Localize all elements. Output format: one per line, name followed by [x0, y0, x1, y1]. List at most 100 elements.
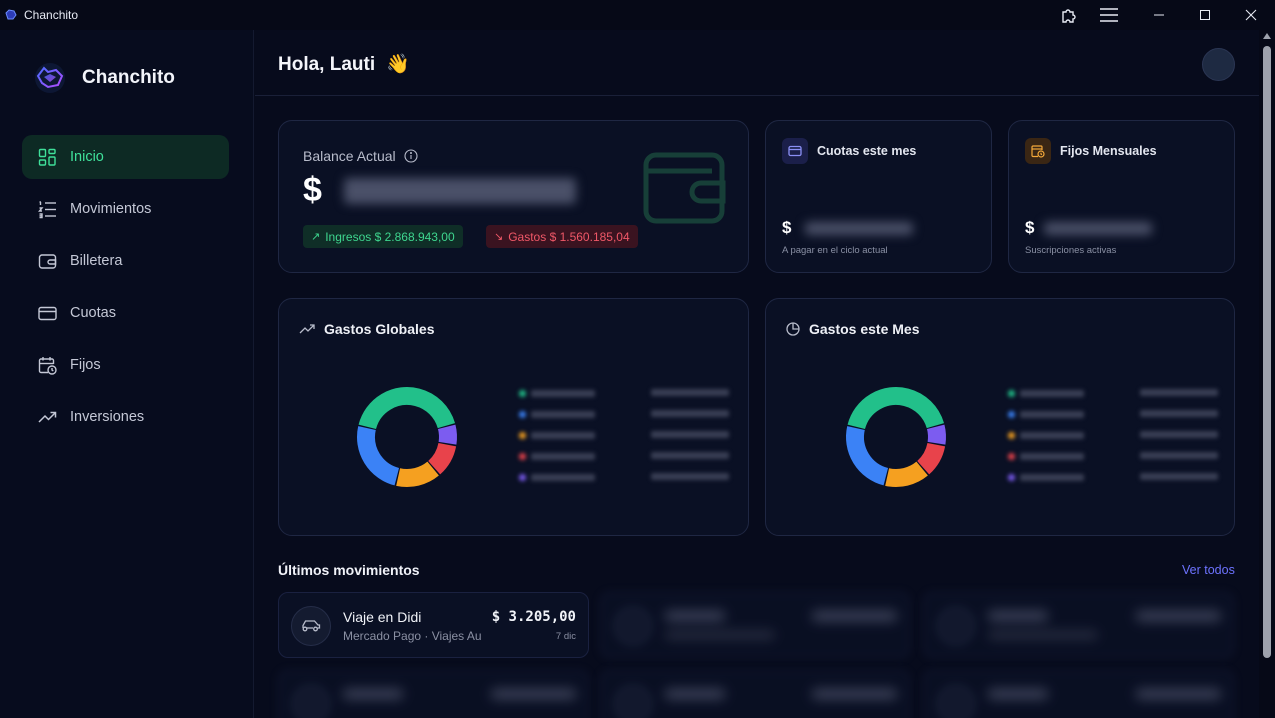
menu-button[interactable]: [1086, 0, 1132, 30]
minimize-button[interactable]: [1136, 0, 1182, 30]
trending-up-icon: [299, 324, 315, 334]
hidden-text: [1136, 689, 1221, 699]
legend-value: [651, 472, 729, 483]
scrollbar[interactable]: [1259, 30, 1275, 718]
legend-dot: [519, 390, 526, 397]
arrow-up-right-icon: ↗: [311, 231, 321, 243]
maximize-icon: [1200, 10, 1210, 20]
legend-value: [1140, 388, 1218, 399]
legend-label: [1008, 390, 1084, 397]
calendar-clock-icon: [38, 356, 57, 375]
legend-item: [1008, 467, 1218, 488]
hidden-text: [1136, 611, 1221, 621]
sidebar-item-label: Cuotas: [70, 305, 116, 321]
legend-item: [1008, 425, 1218, 446]
sidebar-item-cuotas[interactable]: Cuotas: [22, 291, 229, 335]
fijos-card[interactable]: Fijos Mensuales $ Suscripciones activas: [1008, 120, 1235, 273]
cuotas-subtitle: A pagar en el ciclo actual: [782, 245, 888, 256]
legend-value: [1140, 409, 1218, 420]
legend-dot: [519, 411, 526, 418]
legend-label: [519, 390, 595, 397]
category-icon: [613, 684, 653, 718]
app-logo-icon: [5, 9, 17, 20]
legend-label: [1008, 453, 1084, 460]
legend-value: [1140, 451, 1218, 462]
cuotas-hidden-amount: [805, 221, 914, 235]
page-title: Hola, Lauti 👋: [278, 53, 411, 75]
legend-label: [519, 474, 595, 481]
sidebar-item-inversiones[interactable]: Inversiones: [22, 395, 229, 439]
credit-card-icon: [782, 138, 808, 164]
latest-movements-title: Últimos movimientos: [278, 562, 420, 578]
avatar[interactable]: [1202, 48, 1235, 81]
legend-value: [651, 451, 729, 462]
global-expenses-donut-chart[interactable]: [354, 384, 460, 490]
hidden-text: [988, 631, 1098, 639]
legend-dot: [519, 453, 526, 460]
wave-emoji: 👋: [386, 53, 411, 75]
movement-card-hidden[interactable]: [278, 670, 589, 718]
page-header: Hola, Lauti 👋: [255, 30, 1259, 96]
brand[interactable]: Chanchito: [34, 63, 175, 93]
minimize-icon: [1154, 14, 1164, 16]
legend-item: [519, 404, 729, 425]
scroll-thumb[interactable]: [1263, 46, 1271, 658]
close-icon: [1245, 9, 1257, 21]
legend-item: [519, 446, 729, 467]
fijos-subtitle: Suscripciones activas: [1025, 245, 1117, 256]
legend-dot: [1008, 432, 1015, 439]
movement-card[interactable]: Viaje en Didi Mercado Pago · Viajes Au $…: [278, 592, 589, 658]
list-icon: [38, 200, 56, 218]
wallet-icon: [38, 253, 57, 269]
category-icon: [291, 684, 331, 718]
puzzle-icon: [1062, 9, 1076, 23]
legend-item: [1008, 446, 1218, 467]
sidebar-item-billetera[interactable]: Billetera: [22, 239, 229, 283]
legend-dot: [1008, 390, 1015, 397]
see-all-link[interactable]: Ver todos: [1182, 563, 1235, 577]
sidebar-item-inicio[interactable]: Inicio: [22, 135, 229, 179]
movement-card-hidden[interactable]: [923, 670, 1234, 718]
balance-label: Balance Actual: [303, 148, 418, 164]
legend-item: [519, 425, 729, 446]
legend-dot: [519, 474, 526, 481]
legend-item: [1008, 383, 1218, 404]
cuotas-title: Cuotas este mes: [817, 144, 917, 158]
month-expenses-legend: [1008, 383, 1218, 488]
fijos-header: Fijos Mensuales: [1025, 138, 1157, 164]
legend-value: [1140, 472, 1218, 483]
hamburger-icon: [1100, 8, 1118, 22]
window-title: Chanchito: [24, 8, 79, 22]
maximize-button[interactable]: [1182, 0, 1228, 30]
credit-card-icon: [38, 306, 57, 320]
income-badge: ↗ Ingresos $ 2.868.943,00: [303, 225, 463, 248]
sidebar-item-label: Billetera: [70, 253, 123, 269]
scroll-up-arrow-icon[interactable]: [1263, 33, 1271, 39]
sidebar-item-label: Movimientos: [70, 201, 152, 217]
arrow-down-right-icon: ↘: [494, 231, 504, 243]
brand-name: Chanchito: [82, 67, 175, 88]
cuotas-card[interactable]: Cuotas este mes $ A pagar en el ciclo ac…: [765, 120, 992, 273]
movement-amount: $ 3.205,00: [491, 609, 576, 625]
sidebar-item-label: Inicio: [70, 149, 104, 165]
fijos-title: Fijos Mensuales: [1060, 144, 1157, 158]
hidden-text: [665, 689, 725, 699]
legend-label: [1008, 432, 1084, 439]
legend-label: [519, 411, 595, 418]
movement-card-hidden[interactable]: [600, 670, 910, 718]
fijos-value: $: [1025, 218, 1153, 238]
sidebar-item-movimientos[interactable]: Movimientos: [22, 187, 229, 231]
hidden-text: [343, 689, 403, 699]
sidebar-item-fijos[interactable]: Fijos: [22, 343, 229, 387]
movement-card-hidden[interactable]: [600, 592, 910, 658]
movement-title: Viaje en Didi: [343, 609, 422, 625]
movement-card-hidden[interactable]: [923, 592, 1234, 658]
legend-label: [1008, 474, 1084, 481]
info-icon[interactable]: [404, 149, 418, 163]
legend-dot: [1008, 474, 1015, 481]
sidebar-item-label: Fijos: [70, 357, 101, 373]
month-expenses-donut-chart[interactable]: [843, 384, 949, 490]
month-expenses-title: Gastos este Mes: [786, 321, 920, 337]
fijos-hidden-amount: [1044, 221, 1153, 235]
close-button[interactable]: [1228, 0, 1274, 30]
